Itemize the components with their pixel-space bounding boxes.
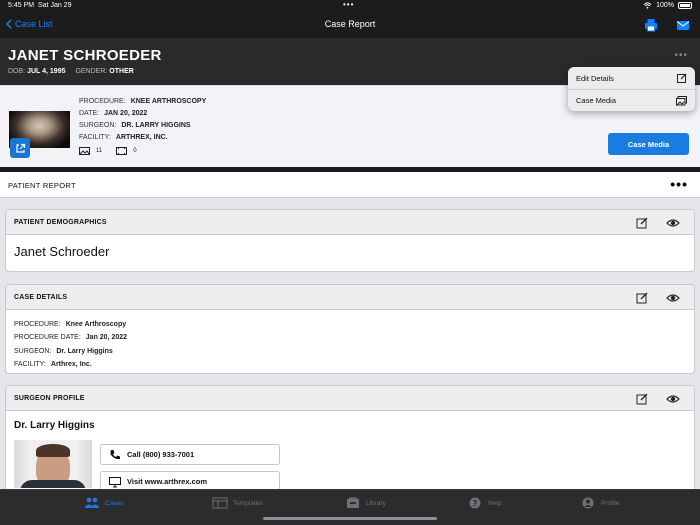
status-right: 100% <box>643 2 692 9</box>
tab-label: Templates <box>233 499 263 507</box>
demographics-name: Janet Schroeder <box>14 244 110 259</box>
share-button[interactable] <box>10 138 30 158</box>
procedure-label: PROCEDURE: <box>79 98 126 105</box>
share-icon <box>15 143 25 153</box>
gender-label: GENDER: <box>75 68 108 75</box>
detail-value: Dr. Larry Higgins <box>56 347 113 355</box>
case-details-list: PROCEDURE: Knee Arthroscopy PROCEDURE DAT… <box>14 318 127 372</box>
templates-icon <box>212 497 228 509</box>
edit-icon[interactable] <box>636 216 648 229</box>
report-area: PATIENT REPORT ••• PATIENT DEMOGRAPHICS … <box>0 167 700 489</box>
card-title: CASE DETAILS <box>14 294 68 301</box>
date-label: DATE: <box>79 110 100 117</box>
demographics-card: PATIENT DEMOGRAPHICS Janet Schroeder <box>5 209 695 272</box>
procedure-value: KNEE ARTHROSCOPY <box>130 98 207 105</box>
surgeon-photo <box>14 440 92 488</box>
gender-value: OTHER <box>109 68 134 75</box>
detail-value: Jan 20, 2022 <box>85 334 128 342</box>
video-count: 0 <box>133 148 137 154</box>
monitor-icon <box>109 476 121 487</box>
image-count: 11 <box>96 148 103 154</box>
case-info: PROCEDURE: KNEE ARTHROSCOPY DATE: JAN 20, … <box>79 96 206 144</box>
eye-icon[interactable] <box>666 216 680 228</box>
menu-item-case-media[interactable]: Case Media <box>568 89 695 111</box>
detail-label: SURGEON: <box>14 347 52 355</box>
detail-label: PROCEDURE: <box>14 321 61 328</box>
svg-text:?: ? <box>473 499 478 508</box>
printer-icon[interactable] <box>644 18 658 32</box>
card-title: SURGEON PROFILE <box>14 395 85 402</box>
profile-icon <box>582 497 594 509</box>
tab-cases[interactable]: Cases <box>84 497 123 509</box>
visit-website-button[interactable]: Visit www.arthrex.com <box>100 471 280 489</box>
visit-label: Visit www.arthrex.com <box>127 477 208 486</box>
case-media-button[interactable]: Case Media <box>608 133 689 155</box>
tab-profile[interactable]: Profile <box>580 497 619 509</box>
menu-item-label: Edit Details <box>576 73 614 83</box>
tab-label: Cases <box>105 499 124 507</box>
call-button[interactable]: Call (800) 933-7001 <box>100 444 280 465</box>
tab-label: Help <box>488 499 502 507</box>
menu-item-edit-details[interactable]: Edit Details <box>568 67 695 89</box>
surgeon-name: Dr. Larry Higgins <box>14 420 95 431</box>
detail-label: FACILITY: <box>14 361 46 369</box>
status-bar: 5:45 PM Sat Jan 29 ••• 100% <box>0 0 700 12</box>
patient-meta: DOB: JUL 4, 1995 GENDER: OTHER <box>8 68 142 75</box>
patient-name: JANET SCHROEDER <box>8 47 162 64</box>
edit-icon[interactable] <box>636 291 648 304</box>
battery-icon <box>678 2 692 9</box>
options-menu: Edit Details Case Media <box>568 67 695 111</box>
report-title: PATIENT REPORT <box>8 181 76 190</box>
card-header: CASE DETAILS <box>6 285 694 310</box>
tab-bar: Cases Templates Library ? Help Profile <box>0 489 700 525</box>
dob-label: DOB: <box>8 68 26 75</box>
card-header: SURGEON PROFILE <box>6 386 694 411</box>
media-counts: 11 0 <box>79 147 137 155</box>
call-label: Call (800) 933-7001 <box>127 450 195 459</box>
menu-item-label: Case Media <box>576 96 617 105</box>
video-icon <box>116 147 128 155</box>
eye-icon[interactable] <box>666 392 680 404</box>
home-indicator[interactable] <box>263 517 437 520</box>
help-icon: ? <box>469 497 481 509</box>
mail-icon[interactable] <box>676 18 690 32</box>
people-icon <box>84 497 100 508</box>
surgeon-label: SURGEON: <box>79 122 117 129</box>
report-header: PATIENT REPORT ••• <box>0 172 700 198</box>
surgeon-value: DR. LARRY HIGGINS <box>121 122 191 129</box>
page-title: Case Report <box>324 19 376 29</box>
multitask-dots-icon[interactable]: ••• <box>343 0 354 9</box>
media-icon <box>676 95 687 105</box>
case-details-card: CASE DETAILS PROCEDURE: Knee Arthroscopy … <box>5 284 695 374</box>
tab-templates[interactable]: Templates <box>212 497 263 509</box>
status-date: Sat Jan 29 <box>38 2 72 9</box>
card-title: PATIENT DEMOGRAPHICS <box>14 219 107 226</box>
phone-icon <box>110 449 120 459</box>
surgeon-profile-card: SURGEON PROFILE Dr. Larry Higgins Call (… <box>5 385 695 489</box>
more-options-icon[interactable]: ••• <box>674 50 688 61</box>
nav-bar: Case List Case Report <box>0 12 700 38</box>
facility-value: ARTHREX, INC. <box>115 134 168 141</box>
wifi-icon <box>643 2 652 9</box>
tab-library[interactable]: Library <box>345 497 386 509</box>
status-time: 5:45 PM <box>8 2 35 9</box>
report-sections: PATIENT DEMOGRAPHICS Janet Schroeder CAS… <box>0 198 700 489</box>
dob-value: JUL 4, 1995 <box>27 68 66 75</box>
edit-icon[interactable] <box>636 392 648 405</box>
detail-value: Knee Arthroscopy <box>65 321 127 328</box>
tab-help[interactable]: ? Help <box>467 497 501 509</box>
tab-label: Profile <box>601 499 620 507</box>
report-more-icon[interactable]: ••• <box>670 176 688 192</box>
date-value: JAN 20, 2022 <box>104 110 148 117</box>
battery-percent: 100% <box>656 2 674 9</box>
detail-value: Arthrex, Inc. <box>50 361 92 369</box>
card-header: PATIENT DEMOGRAPHICS <box>6 210 694 235</box>
tab-label: Library <box>366 499 386 507</box>
image-icon <box>79 147 90 155</box>
library-icon <box>347 497 359 508</box>
edit-icon <box>677 73 687 83</box>
detail-label: PROCEDURE DATE: <box>14 334 81 342</box>
facility-label: FACILITY: <box>79 134 111 141</box>
eye-icon[interactable] <box>666 291 680 303</box>
